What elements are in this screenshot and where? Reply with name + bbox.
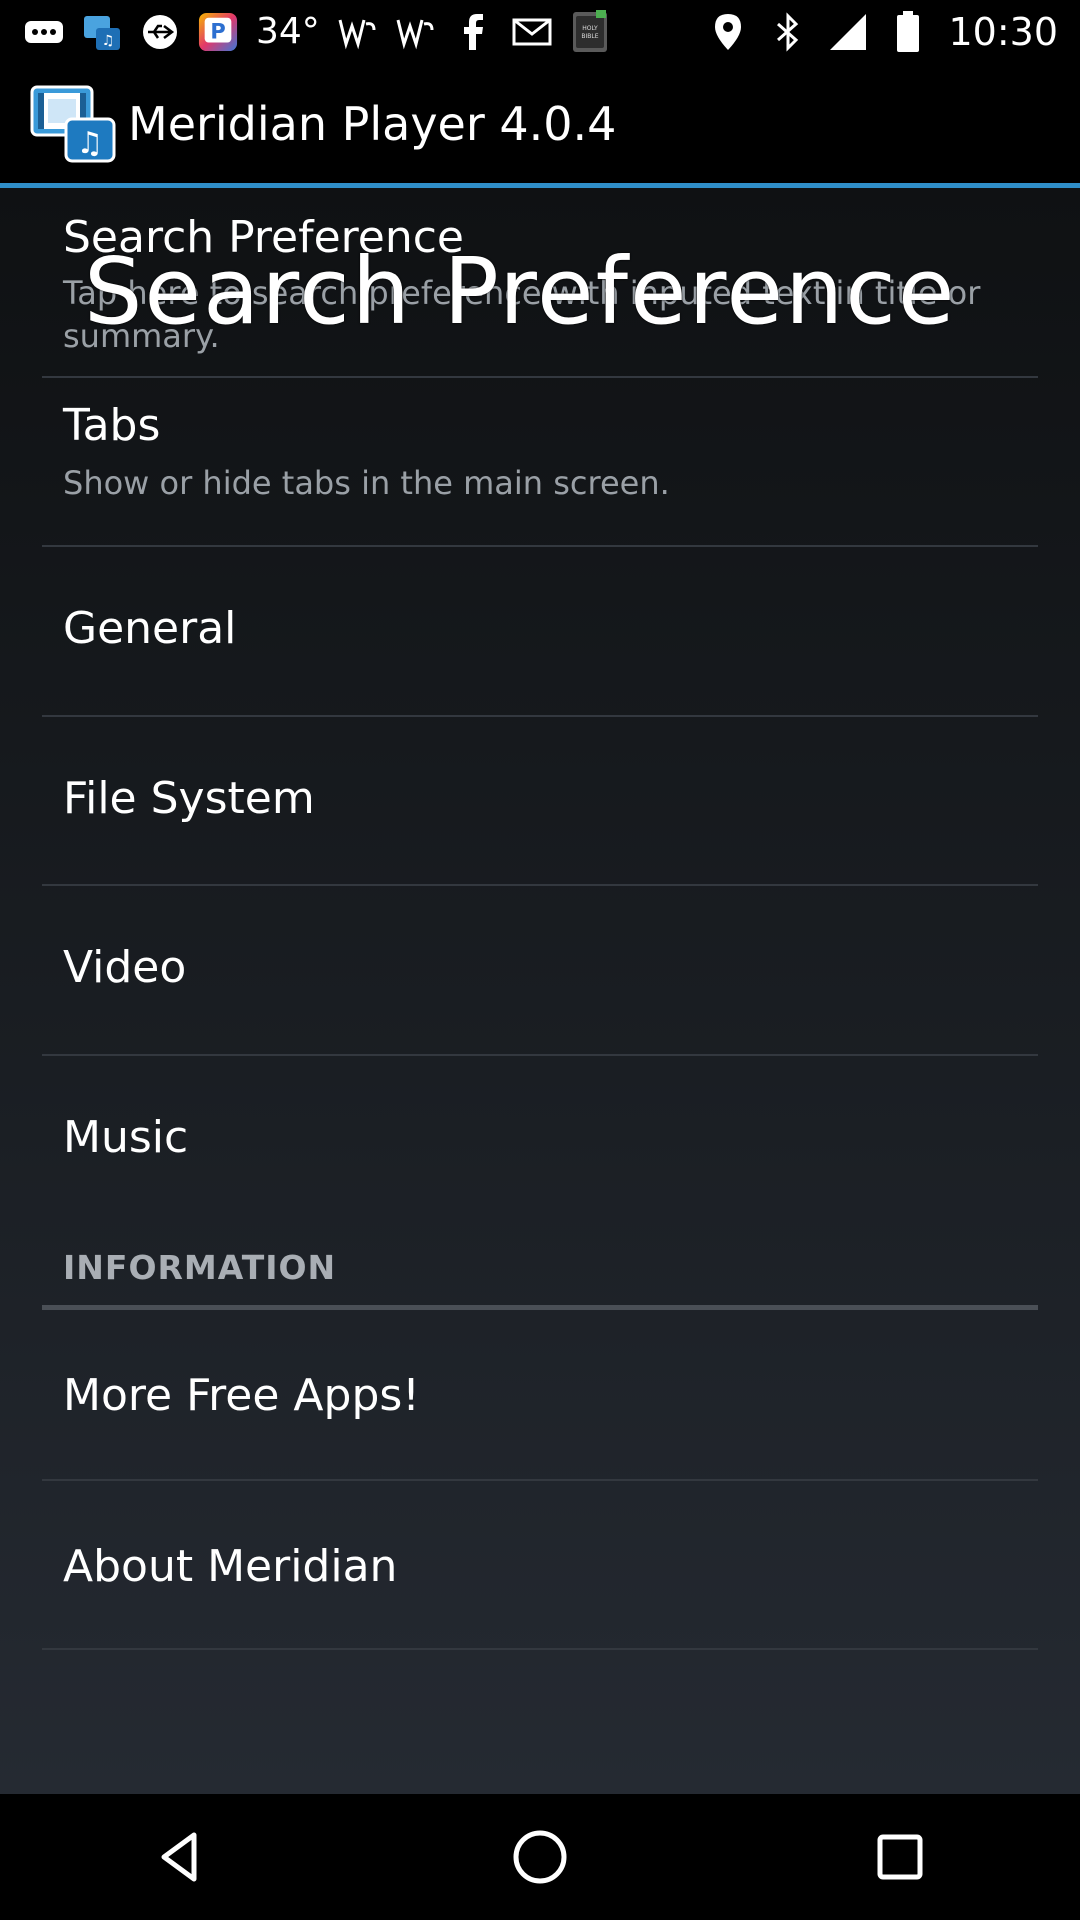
svg-text:P: P (210, 19, 225, 43)
svg-text:♫: ♫ (77, 126, 104, 161)
preference-title: Music (63, 1112, 189, 1163)
preference-general[interactable]: General (0, 547, 1080, 715)
pandora-icon: P (198, 12, 238, 52)
navigation-bar (0, 1794, 1080, 1920)
clock: 10:30 (948, 9, 1058, 54)
svg-text:BIBLE: BIBLE (581, 33, 598, 40)
usb-icon (140, 12, 180, 52)
app-bar: ♫ Meridian Player 4.0.4 (0, 63, 1080, 185)
temperature-text: 34° (256, 11, 320, 52)
svg-text:♫: ♫ (102, 33, 115, 49)
preference-file-system[interactable]: File System (0, 717, 1080, 885)
signal-icon (828, 12, 868, 52)
wind-icon (338, 12, 378, 52)
section-header-information: INFORMATION (63, 1248, 337, 1287)
preference-title: About Meridian (63, 1541, 398, 1592)
battery-icon (888, 10, 928, 52)
svg-text:HOLY: HOLY (582, 25, 598, 32)
overlay-label: Search Preference (84, 238, 957, 345)
preference-title: Video (63, 942, 187, 993)
wind-icon (396, 12, 436, 52)
preference-music[interactable]: Music (0, 1056, 1080, 1224)
app-title: Meridian Player 4.0.4 (128, 97, 617, 151)
preference-more-free-apps[interactable]: More Free Apps! (0, 1310, 1080, 1478)
app-notification-icon: ♫ (82, 12, 122, 52)
meridian-logo-icon[interactable]: ♫ (30, 83, 120, 165)
list-divider (42, 1648, 1038, 1650)
location-icon (708, 12, 748, 52)
back-icon[interactable] (120, 1797, 240, 1917)
more-icon (24, 12, 64, 52)
preference-title: File System (63, 773, 315, 824)
gmail-icon (512, 12, 552, 52)
facebook-icon (454, 12, 494, 52)
preference-title: Tabs (63, 400, 161, 451)
recents-icon[interactable] (840, 1797, 960, 1917)
preference-video[interactable]: Video (0, 886, 1080, 1054)
bluetooth-icon (768, 11, 808, 52)
bible-app-icon: HOLY BIBLE (570, 9, 610, 52)
preference-tabs[interactable]: Tabs Show or hide tabs in the main scree… (0, 378, 1080, 546)
status-bar: ♫ P 34° HOLY BIBLE 10:30 (0, 0, 1080, 63)
preference-list[interactable]: Search Preference Tap here to search pre… (0, 188, 1080, 1794)
home-icon[interactable] (480, 1797, 600, 1917)
preference-title: More Free Apps! (63, 1370, 420, 1421)
preference-summary: Show or hide tabs in the main screen. (63, 464, 670, 502)
preference-title: General (63, 603, 237, 654)
preference-about-meridian[interactable]: About Meridian (0, 1481, 1080, 1649)
